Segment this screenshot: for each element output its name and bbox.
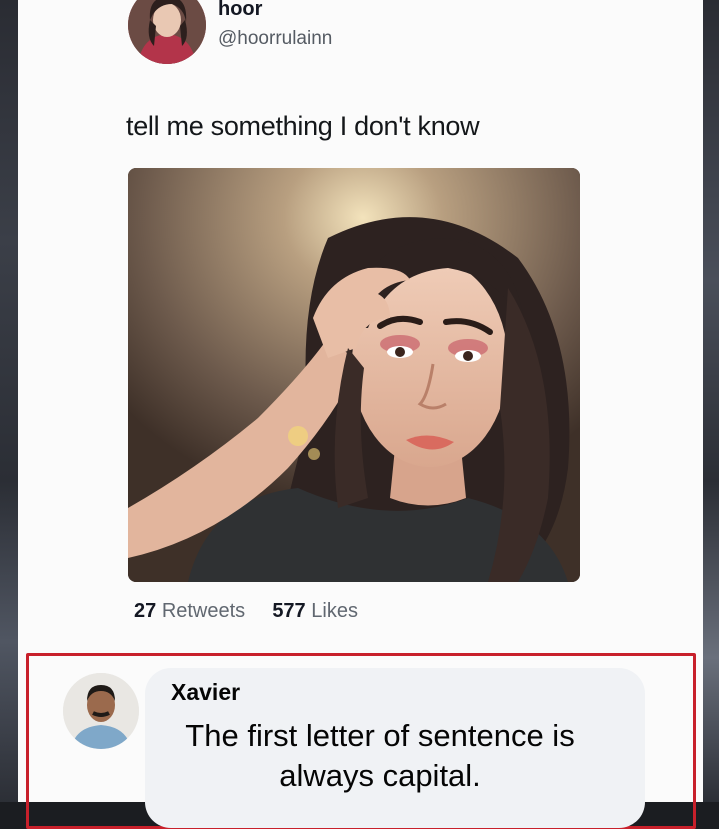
tweet-stats: 27 Retweets 577 Likes bbox=[134, 600, 358, 623]
reply-bubble: Xavier The first letter of sentence is a… bbox=[145, 668, 645, 828]
author-display-name[interactable]: hoor bbox=[218, 0, 262, 21]
tweet-text: tell me something I don't know bbox=[126, 111, 480, 141]
reply-avatar[interactable] bbox=[63, 673, 139, 749]
highlighted-reply: Xavier The first letter of sentence is a… bbox=[26, 653, 696, 829]
retweets-count[interactable]: 27 bbox=[134, 600, 156, 622]
author-handle[interactable]: @hoorrulainn bbox=[218, 28, 332, 50]
reply-text: The first letter of sentence is always c… bbox=[185, 718, 575, 793]
frame-left-edge bbox=[0, 0, 18, 802]
reply-author-name[interactable]: Xavier bbox=[171, 679, 240, 706]
likes-label[interactable]: Likes bbox=[311, 600, 358, 622]
tweet-card: hoor @hoorrulainn tell me something I do… bbox=[18, 0, 703, 829]
frame-right-edge bbox=[703, 0, 719, 802]
likes-count[interactable]: 577 bbox=[272, 600, 305, 622]
retweets-label[interactable]: Retweets bbox=[162, 600, 245, 622]
author-avatar[interactable] bbox=[128, 0, 206, 64]
tweet-photo[interactable] bbox=[128, 168, 580, 582]
